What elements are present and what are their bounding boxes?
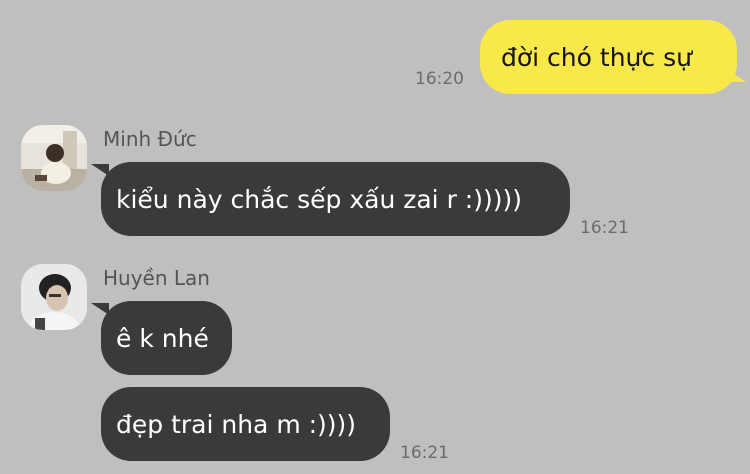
- incoming-bubble-tail: [91, 164, 109, 176]
- outgoing-message-bubble[interactable]: đời chó thực sự: [480, 20, 737, 94]
- user-photo-icon: [21, 264, 87, 330]
- incoming-message-text: đẹp trai nha m :)))): [116, 409, 357, 439]
- incoming-timestamp: 16:21: [400, 443, 449, 463]
- outgoing-message-text: đời chó thực sự: [501, 42, 692, 72]
- incoming-message-bubble[interactable]: ê k nhé: [101, 301, 232, 375]
- user-photo-icon: [21, 125, 87, 191]
- outgoing-bubble-tail: [728, 70, 746, 82]
- chat-thread: đời chó thực sự 16:20 Minh Đức kiểu này …: [0, 0, 750, 474]
- incoming-bubble-tail: [91, 303, 109, 315]
- incoming-message-bubble[interactable]: kiểu này chắc sếp xấu zai r :))))): [101, 162, 570, 236]
- avatar-minh-duc[interactable]: [21, 125, 87, 191]
- incoming-timestamp: 16:21: [580, 218, 629, 238]
- sender-name-huyen-lan: Huyền Lan: [103, 266, 210, 290]
- sender-name-minh-duc: Minh Đức: [103, 127, 197, 151]
- avatar-huyen-lan[interactable]: [21, 264, 87, 330]
- incoming-message-text: kiểu này chắc sếp xấu zai r :))))): [116, 184, 522, 214]
- incoming-message-bubble[interactable]: đẹp trai nha m :)))): [101, 387, 390, 461]
- incoming-message-text: ê k nhé: [116, 323, 209, 353]
- outgoing-timestamp: 16:20: [415, 69, 464, 89]
